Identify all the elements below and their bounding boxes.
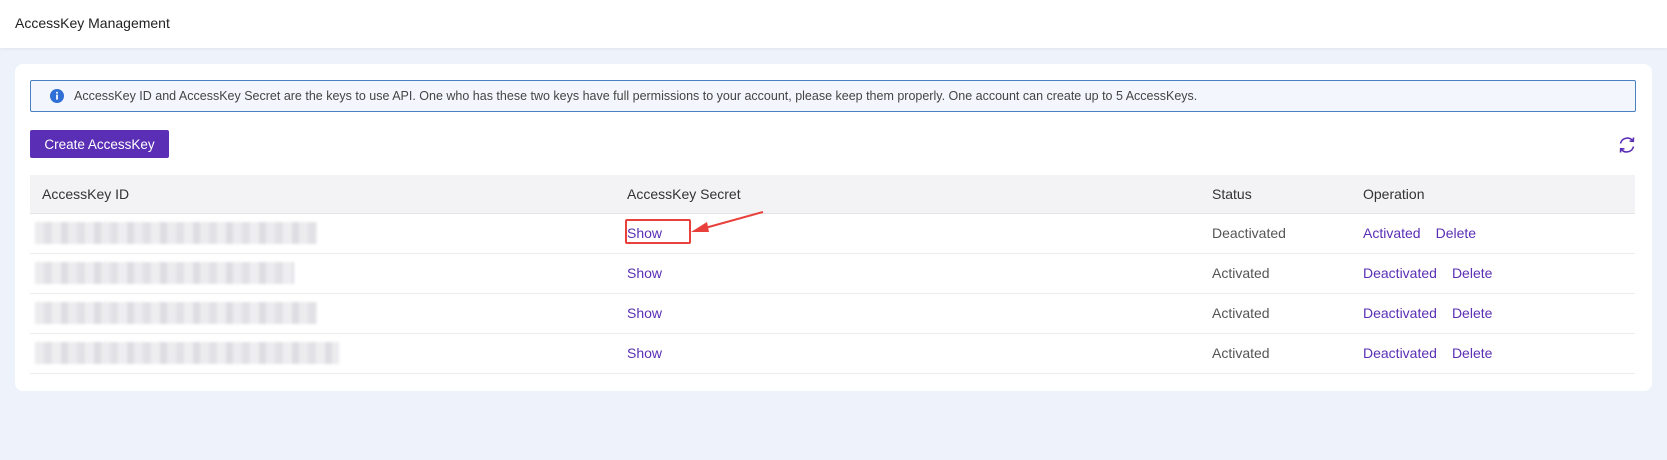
info-notice: AccessKey ID and AccessKey Secret are th… [30,80,1636,112]
deactivate-link[interactable]: Deactivated [1363,305,1437,321]
table-row: Show Deactivated Activated Delete [30,211,1635,254]
operation-cell: Activated Delete [1363,225,1476,241]
masked-accesskey-id [35,342,339,364]
status-text: Activated [1212,265,1270,281]
notice-text: AccessKey ID and AccessKey Secret are th… [74,89,1198,103]
show-secret-link[interactable]: Show [627,225,662,241]
show-secret-link[interactable]: Show [627,305,662,321]
refresh-icon[interactable] [1616,134,1638,156]
accesskey-card: AccessKey ID and AccessKey Secret are th… [15,64,1652,391]
activate-link[interactable]: Activated [1363,225,1421,241]
top-header-bar: AccessKey Management [0,0,1667,48]
create-accesskey-button[interactable]: Create AccessKey [30,130,169,158]
table-header: AccessKey ID AccessKey Secret Status Ope… [30,175,1635,214]
annotation-arrow [691,211,764,232]
delete-link[interactable]: Delete [1452,265,1492,281]
delete-link[interactable]: Delete [1452,305,1492,321]
accesskey-table: AccessKey ID AccessKey Secret Status Ope… [30,175,1635,374]
operation-cell: Deactivated Delete [1363,305,1492,321]
deactivate-link[interactable]: Deactivated [1363,265,1437,281]
info-icon [50,89,64,103]
deactivate-link[interactable]: Deactivated [1363,345,1437,361]
table-row: Show Activated Deactivated Delete [30,254,1635,294]
delete-link[interactable]: Delete [1452,345,1492,361]
masked-accesskey-id [35,302,317,324]
masked-accesskey-id [35,262,294,284]
column-header-accesskey-id: AccessKey ID [42,186,130,202]
show-secret-link[interactable]: Show [627,265,662,281]
column-header-operation: Operation [1363,186,1425,202]
page-title: AccessKey Management [15,15,170,31]
show-secret-link[interactable]: Show [627,345,662,361]
table-row: Show Activated Deactivated Delete [30,334,1635,374]
operation-cell: Deactivated Delete [1363,265,1492,281]
masked-accesskey-id [35,222,317,244]
operation-cell: Deactivated Delete [1363,345,1492,361]
status-text: Activated [1212,345,1270,361]
delete-link[interactable]: Delete [1436,225,1476,241]
column-header-accesskey-secret: AccessKey Secret [627,186,741,202]
table-row: Show Activated Deactivated Delete [30,294,1635,334]
column-header-status: Status [1212,186,1252,202]
status-text: Activated [1212,305,1270,321]
status-text: Deactivated [1212,225,1286,241]
